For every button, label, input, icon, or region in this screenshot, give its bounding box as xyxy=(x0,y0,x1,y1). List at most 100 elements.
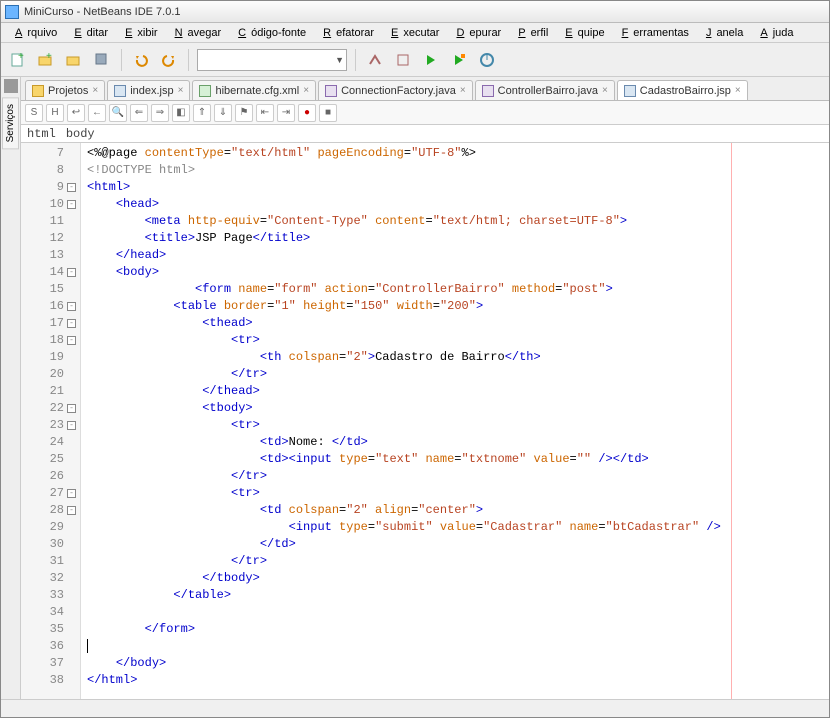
line-number[interactable]: 17 - xyxy=(21,315,76,332)
code-line[interactable]: <body> xyxy=(87,264,823,281)
code-line[interactable]: </form> xyxy=(87,621,823,638)
menu-item-ajuda[interactable]: Ajuda xyxy=(750,25,798,41)
fold-icon[interactable]: - xyxy=(67,506,76,515)
menu-item-exibir[interactable]: Exibir xyxy=(115,25,163,41)
code-line[interactable]: <table border="1" height="150" width="20… xyxy=(87,298,823,315)
code-line[interactable]: </head> xyxy=(87,247,823,264)
tab-projetos[interactable]: Projetos× xyxy=(25,80,105,100)
prev-bookmark-button[interactable]: ⇑ xyxy=(193,104,211,122)
line-number[interactable]: 7 xyxy=(21,145,76,162)
code-line[interactable]: </thead> xyxy=(87,383,823,400)
line-number[interactable]: 9 - xyxy=(21,179,76,196)
code-line[interactable]: <%@page contentType="text/html" pageEnco… xyxy=(87,145,823,162)
menu-item-código-fonte[interactable]: Código-fonte xyxy=(228,25,311,41)
code-line[interactable]: <tbody> xyxy=(87,400,823,417)
tab-index-jsp[interactable]: index.jsp× xyxy=(107,80,190,100)
close-icon[interactable]: × xyxy=(735,85,741,96)
source-view-button[interactable]: S xyxy=(25,104,43,122)
line-number[interactable]: 34 xyxy=(21,604,76,621)
line-number[interactable]: 28 - xyxy=(21,502,76,519)
code-line[interactable]: <tr> xyxy=(87,332,823,349)
line-number[interactable]: 21 xyxy=(21,383,76,400)
find-next-button[interactable]: ⇒ xyxy=(151,104,169,122)
code-line[interactable]: <td>Nome: </td> xyxy=(87,434,823,451)
menu-item-depurar[interactable]: Depurar xyxy=(446,25,506,41)
tab-connectionfactory-java[interactable]: ConnectionFactory.java× xyxy=(318,80,473,100)
open-button[interactable] xyxy=(63,49,85,71)
profile-button[interactable] xyxy=(476,49,498,71)
new-project-button[interactable]: + xyxy=(35,49,57,71)
find-selection-button[interactable]: 🔍 xyxy=(109,104,127,122)
code-line[interactable]: <input type="submit" value="Cadastrar" n… xyxy=(87,519,823,536)
tab-controllerbairro-java[interactable]: ControllerBairro.java× xyxy=(475,80,615,100)
line-number[interactable]: 12 xyxy=(21,230,76,247)
menu-item-ferramentas[interactable]: Ferramentas xyxy=(612,25,694,41)
new-file-button[interactable]: + xyxy=(7,49,29,71)
breadcrumb-item[interactable]: html xyxy=(27,127,56,141)
menu-item-arquivo[interactable]: Arquivo xyxy=(5,25,62,41)
close-icon[interactable]: × xyxy=(602,85,608,96)
save-all-button[interactable] xyxy=(91,49,113,71)
code-line[interactable]: <tr> xyxy=(87,417,823,434)
code-line[interactable]: <td><input type="text" name="txtnome" va… xyxy=(87,451,823,468)
code-line[interactable]: <form name="form" action="ControllerBair… xyxy=(87,281,823,298)
redo-button[interactable] xyxy=(158,49,180,71)
code-line[interactable]: </table> xyxy=(87,587,823,604)
code-line[interactable]: <!DOCTYPE html> xyxy=(87,162,823,179)
line-number[interactable]: 32 xyxy=(21,570,76,587)
code-line[interactable]: <title>JSP Page</title> xyxy=(87,230,823,247)
code-line[interactable]: </html> xyxy=(87,672,823,689)
undo-button[interactable] xyxy=(130,49,152,71)
close-icon[interactable]: × xyxy=(303,85,309,96)
fold-icon[interactable]: - xyxy=(67,404,76,413)
line-number[interactable]: 20 xyxy=(21,366,76,383)
line-number[interactable]: 23 - xyxy=(21,417,76,434)
build-button[interactable] xyxy=(364,49,386,71)
code-line[interactable] xyxy=(87,638,823,655)
shift-right-button[interactable]: ⇥ xyxy=(277,104,295,122)
tab-hibernate-cfg-xml[interactable]: hibernate.cfg.xml× xyxy=(192,80,316,100)
line-number[interactable]: 15 xyxy=(21,281,76,298)
menu-item-editar[interactable]: Editar xyxy=(64,25,113,41)
code-line[interactable]: </tr> xyxy=(87,366,823,383)
toggle-bookmark-button[interactable]: ⚑ xyxy=(235,104,253,122)
code-line[interactable]: </body> xyxy=(87,655,823,672)
line-number[interactable]: 30 xyxy=(21,536,76,553)
menubar[interactable]: ArquivoEditarExibirNavegarCódigo-fonteRe… xyxy=(1,23,829,43)
line-number[interactable]: 24 xyxy=(21,434,76,451)
close-icon[interactable]: × xyxy=(178,85,184,96)
line-number[interactable]: 19 xyxy=(21,349,76,366)
code-content[interactable]: <%@page contentType="text/html" pageEnco… xyxy=(81,143,829,699)
fold-icon[interactable]: - xyxy=(67,489,76,498)
line-number[interactable]: 8 xyxy=(21,162,76,179)
run-button[interactable] xyxy=(420,49,442,71)
config-combo[interactable]: ▼ xyxy=(197,49,347,71)
code-editor[interactable]: 7 8 9 -10 -11 12 13 14 -15 16 -17 -18 -1… xyxy=(21,143,829,699)
line-number[interactable]: 11 xyxy=(21,213,76,230)
fold-icon[interactable]: - xyxy=(67,183,76,192)
fold-icon[interactable]: - xyxy=(67,200,76,209)
find-prev-button[interactable]: ⇐ xyxy=(130,104,148,122)
line-number[interactable]: 36 xyxy=(21,638,76,655)
line-number[interactable]: 38 xyxy=(21,672,76,689)
code-line[interactable]: <th colspan="2">Cadastro de Bairro</th> xyxy=(87,349,823,366)
code-line[interactable]: </td> xyxy=(87,536,823,553)
shift-left-button[interactable]: ⇤ xyxy=(256,104,274,122)
menu-item-perfil[interactable]: Perfil xyxy=(508,25,553,41)
line-number[interactable]: 18 - xyxy=(21,332,76,349)
line-number[interactable]: 33 xyxy=(21,587,76,604)
code-line[interactable] xyxy=(87,604,823,621)
code-line[interactable]: </tbody> xyxy=(87,570,823,587)
line-number[interactable]: 10 - xyxy=(21,196,76,213)
line-number[interactable]: 29 xyxy=(21,519,76,536)
code-line[interactable]: <td colspan="2" align="center"> xyxy=(87,502,823,519)
history-button[interactable]: H xyxy=(46,104,64,122)
code-line[interactable]: <thead> xyxy=(87,315,823,332)
breadcrumb-item[interactable]: body xyxy=(66,127,95,141)
services-tab[interactable]: Serviços xyxy=(2,97,19,149)
menu-item-equipe[interactable]: Equipe xyxy=(555,25,609,41)
fold-icon[interactable]: - xyxy=(67,319,76,328)
line-number[interactable]: 13 xyxy=(21,247,76,264)
code-line[interactable]: <meta http-equiv="Content-Type" content=… xyxy=(87,213,823,230)
fold-icon[interactable]: - xyxy=(67,336,76,345)
